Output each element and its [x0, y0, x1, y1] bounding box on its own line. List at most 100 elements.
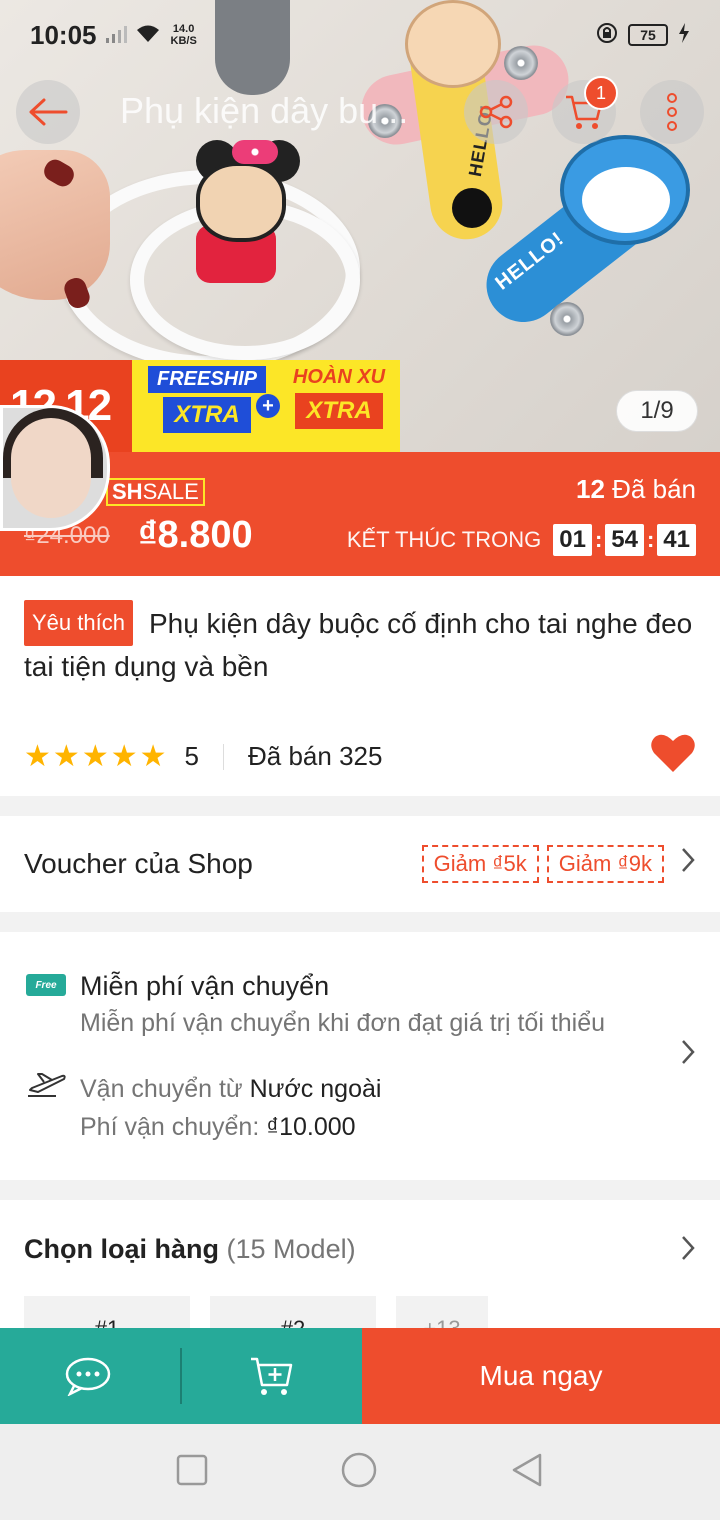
- triangle-back-icon: [512, 1453, 542, 1486]
- chat-button[interactable]: [0, 1328, 180, 1424]
- countdown-separator: :: [594, 527, 603, 552]
- cart-count-badge: 1: [584, 76, 618, 110]
- flash-sale-label: SH SALE: [106, 478, 205, 506]
- flash-sold-count: 12 Đã bán: [576, 474, 696, 505]
- star-icon: ★: [52, 740, 80, 773]
- avatar[interactable]: [0, 405, 110, 531]
- product-title-line: Yêu thích Phụ kiện dây buộc cố định cho t…: [24, 600, 696, 688]
- speed-value: 14.0: [172, 23, 195, 35]
- square-icon: [176, 1454, 208, 1485]
- countdown-hours: 01: [553, 524, 592, 556]
- status-bar: 10:05 14.0 KB/S 75: [0, 0, 720, 70]
- freeship-tag: FREESHIP XTRA: [148, 366, 266, 433]
- favorite-shop-badge: Yêu thích: [24, 600, 133, 646]
- shipping-fee-label: Phí vận chuyển:: [80, 1113, 267, 1141]
- countdown: KẾT THÚC TRONG 01 : 54 : 41: [347, 524, 696, 556]
- shipping-info[interactable]: Free Miễn phí vận chuyển Miễn phí vận ch…: [0, 932, 720, 1180]
- product-detail-screen: HELLO! HELLO! 12.12 FREESHIP XTRA + HOÀN…: [0, 0, 720, 1520]
- lock-icon: [596, 20, 618, 51]
- more-vertical-icon: [667, 93, 677, 131]
- more-options-button[interactable]: [640, 80, 704, 144]
- rating-row: ★ ★ ★ ★ ★ 5 Đã bán 325: [24, 732, 696, 781]
- share-button[interactable]: [464, 80, 528, 144]
- shipping-origin-row: Vận chuyển từ Nước ngoài Phí vận chuyển:…: [24, 1070, 696, 1146]
- airplane-icon: [24, 1070, 68, 1100]
- signal-icon: [105, 20, 127, 51]
- circle-icon: [341, 1452, 377, 1487]
- speed-unit: KB/S: [170, 35, 197, 47]
- system-navigation-bar: [0, 1424, 720, 1520]
- free-shipping-row: Free Miễn phí vận chuyển Miễn phí vận ch…: [24, 968, 696, 1042]
- voucher-chip[interactable]: Giảm ₫5k: [421, 845, 539, 883]
- countdown-seconds: 41: [657, 524, 696, 556]
- shipping-from-label: Vận chuyển từ: [80, 1075, 250, 1103]
- voucher-chip[interactable]: Giảm ₫9k: [546, 845, 664, 883]
- variant-title: Chọn loại hàng (15 Model): [24, 1234, 696, 1265]
- voucher-label: Voucher của Shop: [24, 848, 253, 879]
- free-shipping-icon: Free: [24, 968, 68, 998]
- total-sold: Đã bán 325: [248, 741, 383, 771]
- add-to-cart-button[interactable]: [182, 1328, 362, 1424]
- voucher-chips: Giảm ₫5k Giảm ₫9k: [421, 845, 664, 883]
- battery-icon: 75: [628, 24, 668, 46]
- shop-voucher-row[interactable]: Voucher của Shop Giảm ₫5k Giảm ₫9k: [0, 816, 720, 912]
- coin-line2: XTRA: [295, 393, 383, 429]
- flash-sold-label: Đã bán: [612, 474, 696, 504]
- charging-icon: [678, 20, 690, 51]
- chevron-right-icon: [680, 1234, 696, 1270]
- countdown-label: KẾT THÚC TRONG: [346, 527, 542, 552]
- freeship-line1: FREESHIP: [148, 366, 266, 393]
- system-back-button[interactable]: [510, 1452, 544, 1493]
- favorite-button[interactable]: [650, 732, 696, 781]
- plus-icon: +: [256, 394, 280, 418]
- shipping-origin-text: Vận chuyển từ Nước ngoài Phí vận chuyển:…: [80, 1070, 381, 1146]
- promo-tags: FREESHIP XTRA + HOÀN XU XTRA: [132, 360, 400, 452]
- flash-sale-label-rest: SALE: [142, 479, 199, 504]
- variant-selector[interactable]: Chọn loại hàng (15 Model) #1 #2 +13: [0, 1200, 720, 1356]
- share-icon: [479, 95, 513, 129]
- divider: [223, 743, 224, 770]
- buy-now-button[interactable]: Mua ngay: [362, 1328, 720, 1424]
- arrow-left-icon: [29, 98, 68, 126]
- photo-blue-head: [560, 135, 690, 245]
- chevron-right-icon: [680, 846, 696, 882]
- shipping-fee-value: ₫10.000: [266, 1113, 356, 1141]
- photo-hole: [452, 188, 492, 228]
- add-to-cart-icon: [251, 1357, 293, 1395]
- back-button[interactable]: [16, 80, 80, 144]
- star-icon: ★: [24, 740, 51, 773]
- bottom-action-bar: Mua ngay: [0, 1328, 720, 1424]
- coin-back-tag: HOÀN XU XTRA: [280, 366, 398, 429]
- chevron-right-icon: [680, 1038, 696, 1074]
- countdown-separator: :: [646, 527, 655, 552]
- free-shipping-icon-label: Free: [26, 974, 66, 996]
- shipping-fee: Phí vận chuyển: ₫10.000: [80, 1108, 381, 1146]
- status-time: 10:05: [30, 19, 97, 50]
- page-title: Phụ kiện dây bu...: [120, 90, 409, 131]
- variant-count: (15 Model): [226, 1234, 356, 1264]
- free-shipping-text: Miễn phí vận chuyển Miễn phí vận chuyển …: [80, 968, 605, 1042]
- coin-line1: HOÀN XU: [292, 366, 386, 388]
- free-shipping-title: Miễn phí vận chuyển: [80, 971, 330, 1001]
- flash-sale-label-bold: SH: [112, 479, 143, 504]
- top-navigation: Phụ kiện dây bu... 1: [0, 76, 720, 144]
- heart-icon: [651, 734, 695, 772]
- star-icon: ★: [110, 740, 138, 773]
- star-icon: ★: [139, 740, 167, 773]
- sale-price: ₫8.800: [138, 514, 253, 556]
- network-speed: 14.0 KB/S: [171, 23, 197, 47]
- product-info: Yêu thích Phụ kiện dây buộc cố định cho t…: [0, 576, 720, 796]
- star-rating: ★ ★ ★ ★ ★: [24, 739, 167, 774]
- photo-mouse-head: [196, 162, 286, 242]
- free-shipping-desc: Miễn phí vận chuyển khi đơn đạt giá trị …: [80, 1009, 606, 1037]
- countdown-minutes: 54: [605, 524, 644, 556]
- image-page-indicator: 1/9: [616, 390, 698, 432]
- rating-value: 5: [184, 741, 199, 771]
- home-button[interactable]: [340, 1451, 378, 1494]
- avatar-face: [11, 418, 91, 518]
- photo-snap: [550, 302, 584, 336]
- wifi-icon: [135, 20, 161, 51]
- recents-button[interactable]: [176, 1454, 208, 1491]
- freeship-line2: XTRA: [163, 397, 251, 433]
- variant-title-label: Chọn loại hàng: [24, 1234, 219, 1264]
